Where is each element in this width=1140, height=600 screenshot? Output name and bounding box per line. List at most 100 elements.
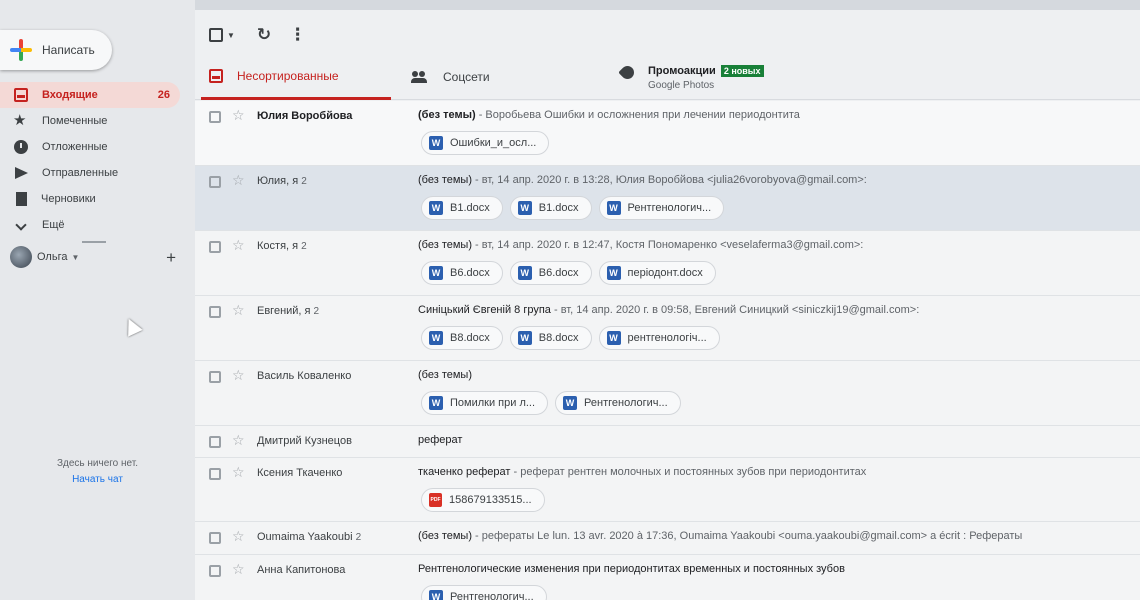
caret-down-icon[interactable]: ▼: [71, 253, 79, 262]
row-checkbox[interactable]: [209, 241, 221, 253]
subject-line: (без темы) - вт, 14 апр. 2020 г. в 13:28…: [418, 174, 867, 186]
email-row[interactable]: ☆ Костя, я 2 (без темы) - вт, 14 апр. 2020 …: [195, 231, 1140, 296]
row-checkbox[interactable]: [209, 565, 221, 577]
nav-item-sent[interactable]: Отправленные: [0, 160, 180, 186]
compose-button[interactable]: Написать: [0, 30, 112, 70]
attachment-name: рентгенологіч...: [627, 332, 707, 344]
more-options-icon[interactable]: ⋮: [289, 25, 306, 45]
attachment-chip[interactable]: W В6.docx: [421, 261, 503, 285]
email-row[interactable]: ☆ Юлия, я 2 (без темы) - вт, 14 апр. 2020 г…: [195, 166, 1140, 231]
star-icon[interactable]: ☆: [232, 172, 245, 189]
email-row[interactable]: ☆ Анна Капитонова Рентгенологические измен…: [195, 555, 1140, 600]
attachment-name: Рентгенологич...: [584, 397, 668, 409]
star-icon[interactable]: ☆: [232, 237, 245, 254]
attachment-chip[interactable]: W В1.docx: [421, 196, 503, 220]
nav-item-starred[interactable]: Помеченные: [0, 108, 180, 134]
snippet: - вт, 14 апр. 2020 г. в 12:47, Костя Пон…: [471, 239, 864, 251]
attachment-chip[interactable]: W В8.docx: [509, 326, 592, 350]
word-file-icon: W: [429, 331, 443, 345]
row-checkbox[interactable]: [209, 176, 221, 188]
row-checkbox[interactable]: [209, 306, 221, 318]
row-checkbox[interactable]: [209, 436, 221, 448]
attachment-chip[interactable]: W Рентгенологич...: [421, 585, 547, 600]
email-row[interactable]: ☆ Oumaima Yaakoubi 2 (без темы) - рефераты …: [195, 522, 1140, 555]
nav-item-drafts[interactable]: Черновики: [0, 186, 180, 212]
hangouts-empty: Здесь ничего нет. Начать чат: [0, 458, 195, 485]
attachment-chips: W В8.docx W В8.docx Wрентгенологіч...: [421, 326, 727, 350]
sender-text: Юлия, я: [257, 175, 299, 187]
hangouts-user-name: Ольга: [37, 251, 68, 263]
sender-text: Юлия Воробйова: [257, 110, 353, 122]
hangouts-user[interactable]: Ольга ▼ +: [10, 246, 180, 268]
tag-icon: [618, 62, 637, 82]
plus-icon: [6, 35, 36, 65]
subject: Синіцький Євгеній 8 група: [418, 304, 551, 316]
attachment-name: В1.docx: [450, 202, 490, 214]
select-all-checkbox[interactable]: [209, 28, 223, 42]
thread-count: 2: [355, 532, 362, 543]
attachment-chips: W В1.docx W В1.docx W Рентгенологич...: [421, 196, 731, 220]
tab-sublabel: Google Photos: [648, 80, 715, 91]
sidebar: Написать Входящие 26 Помеченные Отложенн…: [0, 0, 195, 600]
tab-promotions[interactable]: Промоакции 2 новых Google Photos: [618, 54, 921, 100]
star-icon[interactable]: ☆: [232, 107, 245, 124]
attachment-chip[interactable]: W В6.docx: [509, 261, 592, 285]
attachment-chips: W В6.docx W В6.docx Wперіодонт.docx: [421, 261, 723, 285]
email-row[interactable]: ☆ Евгений, я 2 Синіцький Євгеній 8 група - …: [195, 296, 1140, 361]
email-row[interactable]: ☆ Дмитрий Кузнецов реферат: [195, 426, 1140, 458]
attachment-chip[interactable]: Wперіодонт.docx: [598, 261, 716, 285]
attachment-chip[interactable]: W Рентгенологич...: [555, 391, 681, 415]
attachment-chip[interactable]: Wрентгенологіч...: [598, 326, 720, 350]
word-file-icon: W: [429, 590, 443, 600]
attachment-chip[interactable]: W Помилки при л...: [421, 391, 549, 415]
attachment-chip[interactable]: PDF 158679133515...: [421, 488, 545, 512]
attachment-name: Помилки при л...: [450, 397, 536, 409]
attachment-name: В6.docx: [538, 267, 579, 279]
email-row[interactable]: ☆ Василь Коваленко (без темы) W Помилки при …: [195, 361, 1140, 426]
email-row[interactable]: ☆ Юлия Воробйова (без темы) - Воробьева Ош…: [195, 101, 1140, 166]
row-checkbox[interactable]: [209, 111, 221, 123]
inbox-icon: [209, 68, 223, 83]
people-icon: [411, 71, 429, 83]
attachment-chip[interactable]: W В8.docx: [421, 326, 503, 350]
tab-social[interactable]: Соцсети: [411, 54, 611, 100]
toolbar: ▼ ↻ ⋮: [195, 18, 306, 52]
attachment-name: В1.docx: [538, 202, 579, 214]
subject-line: Синіцький Євгеній 8 група - вт, 14 апр. …: [418, 304, 919, 316]
row-checkbox[interactable]: [209, 371, 221, 383]
start-chat-link[interactable]: Начать чат: [0, 474, 195, 485]
sender-text: Oumaima Yaakoubi: [257, 531, 353, 543]
nav-item-inbox[interactable]: Входящие 26: [0, 82, 180, 108]
attachment-name: Ошибки_и_осл...: [450, 137, 537, 149]
attachment-chip[interactable]: W В1.docx: [509, 196, 592, 220]
star-icon[interactable]: ☆: [232, 561, 245, 578]
attachment-name: Рентгенологич...: [627, 202, 712, 214]
star-icon[interactable]: ☆: [232, 302, 245, 319]
nav-item-more[interactable]: Ещё: [0, 212, 180, 238]
tab-primary[interactable]: Несортированные: [201, 54, 391, 100]
star-icon[interactable]: ☆: [232, 367, 245, 384]
email-row[interactable]: ☆ Ксения Ткаченко ткаченко реферат - рефер…: [195, 458, 1140, 522]
row-checkbox[interactable]: [209, 468, 221, 480]
subject-line: (без темы): [418, 369, 472, 381]
inbox-icon: [14, 88, 28, 102]
nav-item-snoozed[interactable]: Отложенные: [0, 134, 180, 160]
nav-item-label: Помеченные: [42, 115, 108, 127]
refresh-icon[interactable]: ↻: [257, 25, 271, 45]
add-icon[interactable]: +: [166, 249, 176, 266]
select-caret-icon[interactable]: ▼: [227, 31, 235, 40]
star-icon[interactable]: ☆: [232, 528, 245, 545]
word-file-icon: W: [563, 396, 578, 410]
attachment-chip[interactable]: W Ошибки_и_осл...: [421, 131, 550, 155]
star-icon[interactable]: ☆: [232, 432, 245, 449]
star-icon[interactable]: ☆: [232, 464, 245, 481]
row-checkbox[interactable]: [209, 532, 221, 544]
attachment-name: періодонт.docx: [627, 267, 703, 279]
word-file-icon: W: [606, 201, 621, 215]
attachment-chip[interactable]: W Рентгенологич...: [598, 196, 725, 220]
sender-name: Дмитрий Кузнецов: [257, 435, 352, 447]
sender-name: Юлия, я2: [257, 175, 307, 187]
attachment-name: В6.docx: [450, 267, 490, 279]
nav-item-label: Черновики: [41, 193, 96, 205]
attachment-chips: W Рентгенологич...: [421, 585, 554, 600]
